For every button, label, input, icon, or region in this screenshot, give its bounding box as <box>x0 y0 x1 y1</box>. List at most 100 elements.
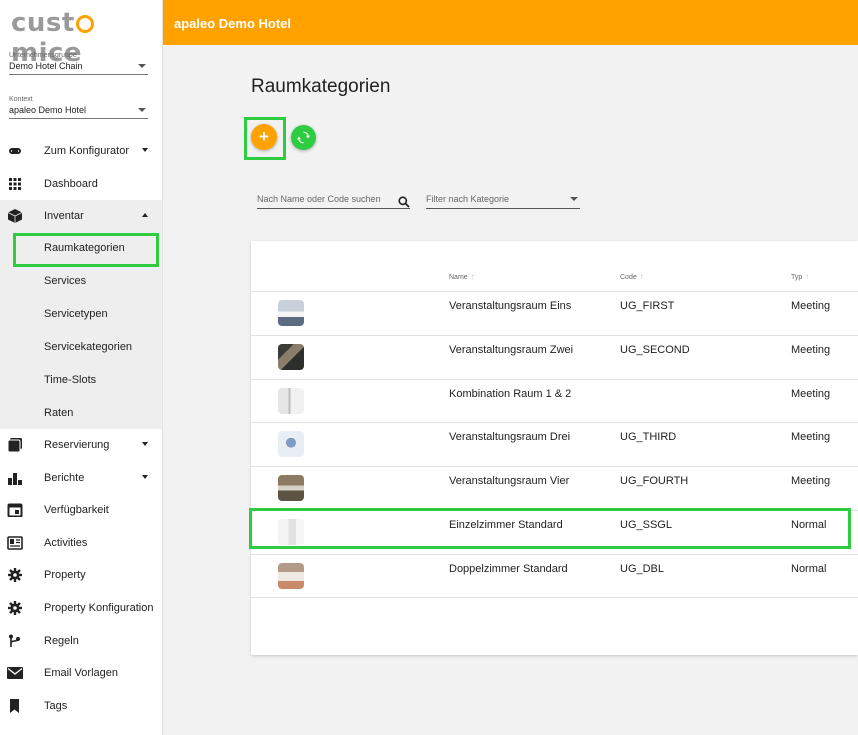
room-category-table: Name ↑ Code ↑ Typ ↑ Veranstaltungsraum Eins… <box>251 241 858 655</box>
room-thumbnail <box>278 431 304 457</box>
link-icon <box>9 148 21 154</box>
room-thumbnail <box>278 344 304 370</box>
company-group-select[interactable]: Unternehmensgruppe Demo Hotel Chain <box>9 52 148 75</box>
sidebar-item-label: Email Vorlagen <box>44 667 118 679</box>
sidebar-item-berichte[interactable]: Berichte <box>0 462 162 494</box>
sidebar-item-label: Inventar <box>44 210 84 222</box>
sidebar-item-label: Activities <box>44 537 88 549</box>
cube-icon <box>7 209 23 223</box>
table-row[interactable]: Doppelzimmer Standard UG_DBL Normal <box>251 554 858 598</box>
highlight-frame <box>244 117 286 160</box>
cell-code: UG_FOURTH <box>620 475 689 487</box>
cell-type: Meeting <box>791 388 831 400</box>
filter-placeholder: Filter nach Kategorie <box>426 194 510 204</box>
sidebar-item-label: Regeln <box>44 635 79 647</box>
bar-chart-icon <box>8 473 22 485</box>
room-thumbnail <box>278 563 304 589</box>
chevron-down-icon <box>138 108 146 112</box>
sort-arrow-icon: ↑ <box>470 272 475 281</box>
company-group-label: Unternehmensgruppe <box>9 52 77 59</box>
column-header-type[interactable]: Typ ↑ <box>791 272 809 281</box>
chevron-down-icon <box>138 64 146 68</box>
sidebar-item-label: Servicetypen <box>44 307 108 320</box>
category-filter-select[interactable]: Filter nach Kategorie <box>426 194 580 209</box>
room-thumbnail <box>278 388 304 414</box>
sidebar-item-label: Zum Konfigurator <box>44 145 129 157</box>
page-title: Raumkategorien <box>251 76 391 97</box>
sidebar-item-reservierung[interactable]: Reservierung <box>0 429 162 461</box>
sidebar-item-property[interactable]: Property <box>0 559 162 591</box>
gear-icon <box>8 568 22 582</box>
table-row[interactable]: Veranstaltungsraum Eins UG_FIRST Meeting <box>251 291 858 335</box>
chevron-down-icon <box>570 197 578 201</box>
refresh-icon <box>297 131 310 144</box>
context-label: Kontext <box>9 96 33 103</box>
cell-name: Veranstaltungsraum Eins <box>449 300 572 312</box>
column-header-name[interactable]: Name ↑ <box>449 272 475 281</box>
newspaper-icon <box>7 536 23 550</box>
mail-icon <box>7 667 23 679</box>
route-icon <box>9 634 20 647</box>
sidebar-item-verfuegbarkeit[interactable]: Verfügbarkeit <box>0 494 162 526</box>
column-header-code[interactable]: Code ↑ <box>620 272 644 281</box>
sidebar-item-label: Reservierung <box>44 439 110 451</box>
sort-arrow-icon: ↑ <box>639 272 644 281</box>
context-value: apaleo Demo Hotel <box>9 105 87 115</box>
sidebar-item-dashboard[interactable]: Dashboard <box>0 168 162 200</box>
search-placeholder: Nach Name oder Code suchen <box>257 194 381 204</box>
sidebar-item-label: Dashboard <box>44 178 98 190</box>
room-thumbnail <box>278 300 304 326</box>
sidebar-item-servicetypen[interactable]: Servicetypen <box>0 297 162 330</box>
table-row[interactable]: Veranstaltungsraum Vier UG_FOURTH Meetin… <box>251 466 858 510</box>
sidebar-item-label: Tags <box>44 700 68 712</box>
sidebar-item-activities[interactable]: Activities <box>0 527 162 559</box>
grid-icon <box>9 178 21 190</box>
table-row[interactable]: Veranstaltungsraum Zwei UG_SECOND Meetin… <box>251 335 858 379</box>
cell-type: Meeting <box>791 300 831 312</box>
chevron-down-icon <box>142 442 148 446</box>
cell-name: Veranstaltungsraum Vier <box>449 475 570 487</box>
refresh-button[interactable] <box>291 125 316 150</box>
cell-type: Normal <box>791 563 827 575</box>
sidebar-item-configurator[interactable]: Zum Konfigurator <box>0 135 162 167</box>
sidebar-item-inventar[interactable]: Inventar <box>0 200 162 232</box>
cell-code: UG_DBL <box>620 563 665 575</box>
sidebar-item-servicekategorien[interactable]: Servicekategorien <box>0 330 162 363</box>
sidebar-item-label: Berichte <box>44 472 85 484</box>
sidebar-item-email-vorlagen[interactable]: Email Vorlagen <box>0 657 162 689</box>
search-icon <box>398 196 410 208</box>
cell-name: Doppelzimmer Standard <box>449 563 568 575</box>
highlight-frame <box>13 233 159 267</box>
cell-name: Kombination Raum 1 & 2 <box>449 388 572 400</box>
chevron-down-icon <box>142 475 148 479</box>
chevron-up-icon <box>142 213 148 217</box>
table-row[interactable]: Veranstaltungsraum Drei UG_THIRD Meeting <box>251 422 858 466</box>
sidebar-item-label: Servicekategorien <box>44 340 133 353</box>
cell-type: Meeting <box>791 344 831 356</box>
sidebar-item-label: Verfügbarkeit <box>44 504 109 516</box>
cell-code: UG_THIRD <box>620 431 677 443</box>
cell-code: UG_FIRST <box>620 300 675 312</box>
sidebar-item-tags[interactable]: Tags <box>0 690 162 722</box>
room-thumbnail <box>278 475 304 501</box>
hotel-title: apaleo Demo Hotel <box>174 16 292 31</box>
table-row[interactable]: Kombination Raum 1 & 2 Meeting <box>251 379 858 423</box>
sidebar-item-services[interactable]: Services <box>0 264 162 297</box>
sidebar-item-label: Time-Slots <box>44 373 97 386</box>
bookmark-icon <box>10 699 19 713</box>
cell-name: Veranstaltungsraum Zwei <box>449 344 574 356</box>
context-select[interactable]: Kontext apaleo Demo Hotel <box>9 96 148 119</box>
sidebar-item-regeln[interactable]: Regeln <box>0 625 162 657</box>
gear-icon <box>8 601 22 615</box>
search-input[interactable]: Nach Name oder Code suchen <box>257 194 410 209</box>
cell-type: Meeting <box>791 431 831 443</box>
sidebar-item-property-konfiguration[interactable]: Property Konfiguration <box>0 592 162 624</box>
sidebar-item-time-slots[interactable]: Time-Slots <box>0 363 162 396</box>
chevron-down-icon <box>142 148 148 152</box>
sidebar-item-raten[interactable]: Raten <box>0 396 162 429</box>
sidebar-item-label: Property <box>44 569 86 581</box>
cell-name: Veranstaltungsraum Drei <box>449 431 571 443</box>
highlight-frame <box>249 508 851 549</box>
sidebar-item-label: Property Konfiguration <box>44 602 154 614</box>
sidebar: custmice Unternehmensgruppe Demo Hotel C… <box>0 0 163 735</box>
